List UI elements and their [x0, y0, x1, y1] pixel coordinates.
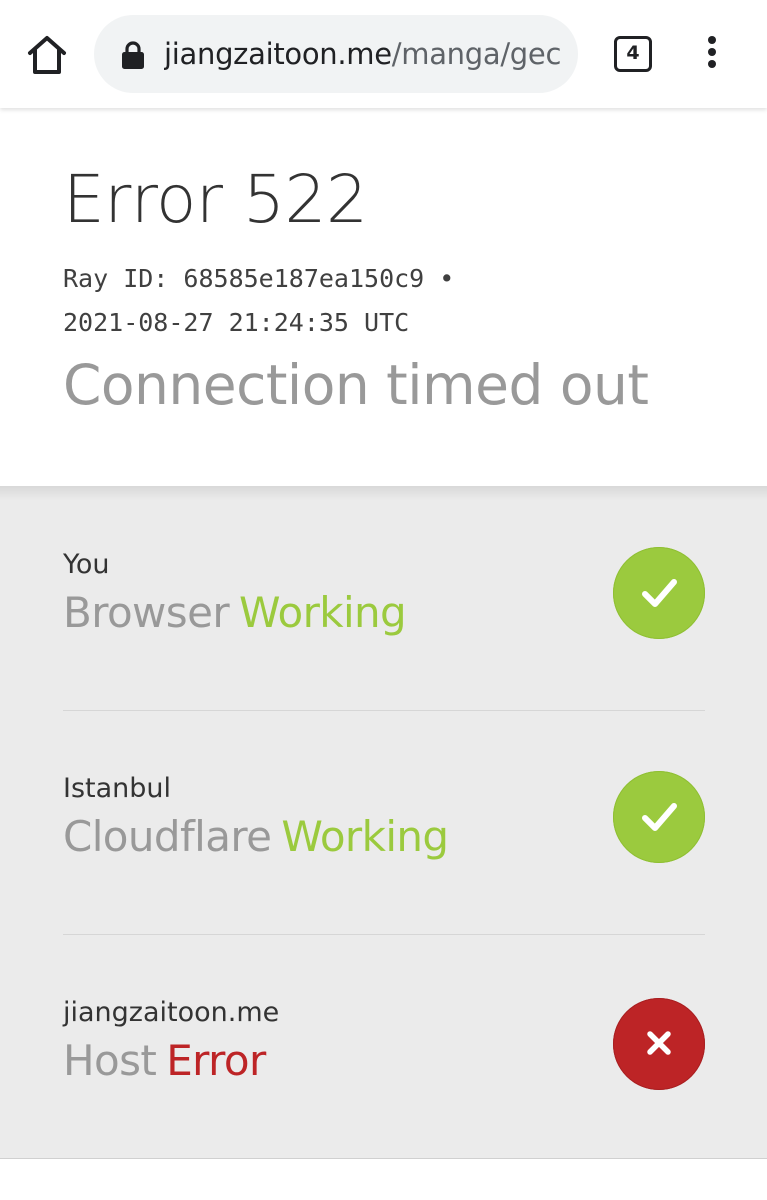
page-footer-area — [0, 1158, 767, 1200]
status-name: Browser — [63, 588, 230, 637]
tab-switcher-button[interactable]: 4 — [614, 36, 652, 72]
more-vert-icon[interactable] — [700, 36, 724, 74]
status-line: Cloudflare Working — [63, 810, 449, 864]
status-line: Browser Working — [63, 586, 407, 640]
home-icon — [28, 36, 66, 74]
status-name: Cloudflare — [63, 812, 272, 861]
status-ok-badge — [613, 771, 705, 863]
status-ok-badge — [613, 547, 705, 639]
status-line: Host Error — [63, 1034, 266, 1088]
url-text[interactable]: jiangzaitoon.me/manga/gec — [164, 36, 578, 72]
status-text: Working — [239, 588, 407, 637]
checkmark-icon — [642, 579, 677, 607]
status-name: Host — [63, 1036, 157, 1085]
tab-count: 4 — [626, 42, 640, 64]
error-timestamp: 2021-08-27 21:24:35 UTC — [63, 308, 410, 337]
error-header: Error 522 Ray ID: 68585e187ea150c9 • 202… — [0, 108, 767, 486]
status-text: Error — [166, 1036, 266, 1085]
browser-toolbar: jiangzaitoon.me/manga/gec 4 — [0, 0, 767, 108]
checkmark-icon — [642, 803, 677, 831]
error-title: Error 522 — [63, 161, 368, 238]
status-row-browser: You Browser Working — [63, 486, 705, 710]
ray-id: Ray ID: 68585e187ea150c9 • — [63, 264, 455, 293]
status-location: jiangzaitoon.me — [63, 997, 280, 1028]
status-text: Working — [281, 812, 449, 861]
status-row-host: jiangzaitoon.me Host Error — [63, 934, 705, 1158]
status-location: You — [63, 549, 110, 580]
url-host: jiangzaitoon.me — [164, 37, 392, 71]
lock-icon — [122, 41, 144, 69]
status-panel: You Browser Working Istanbul Cloudflare Wo… — [0, 486, 767, 1158]
home-button[interactable] — [22, 30, 72, 80]
status-location: Istanbul — [63, 773, 172, 804]
error-subtitle: Connection timed out — [63, 353, 649, 417]
status-error-badge — [613, 998, 705, 1090]
address-bar[interactable]: jiangzaitoon.me/manga/gec — [94, 15, 578, 93]
url-path: /manga/gec — [391, 37, 562, 71]
x-icon — [647, 1031, 671, 1055]
status-row-cloudflare: Istanbul Cloudflare Working — [63, 710, 705, 934]
